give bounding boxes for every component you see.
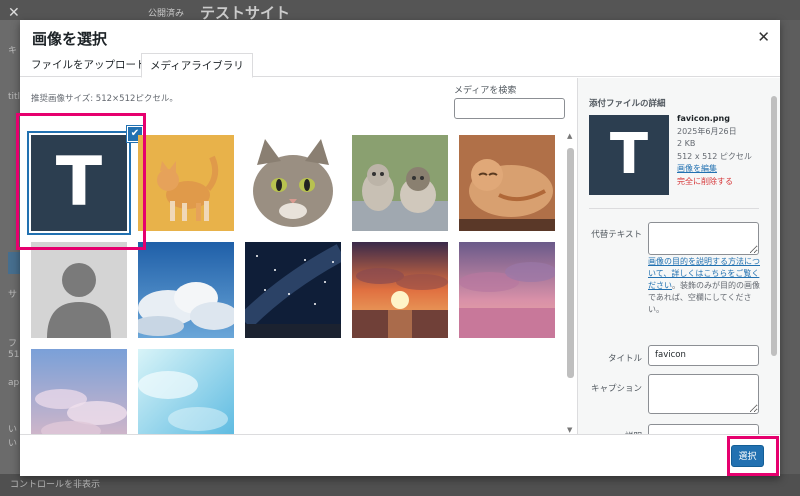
attachment-pastel-clouds[interactable] <box>31 349 127 434</box>
description-field[interactable] <box>648 424 759 434</box>
alt-text-label: 代替テキスト <box>591 230 642 240</box>
tab-upload-files[interactable]: ファイルをアップロード <box>23 53 155 77</box>
select-button[interactable]: 選択 <box>731 445 764 467</box>
publish-status: 公開済み <box>148 9 185 19</box>
details-filesize: 2 KB <box>677 139 696 148</box>
tab-media-library[interactable]: メディアライブラリ <box>141 53 253 78</box>
scroll-up-icon[interactable]: ▲ <box>567 132 572 140</box>
details-thumbnail-letter: T <box>609 122 649 187</box>
bg-text-fragment: titl <box>8 92 21 102</box>
delete-permanently-link[interactable]: 完全に削除する <box>677 176 752 189</box>
library-scrollbar[interactable]: ▲ ▼ <box>566 132 576 434</box>
attachment-sky-clouds[interactable] <box>138 242 234 338</box>
caption-field[interactable] <box>648 374 759 414</box>
customizer-topbar <box>0 0 800 20</box>
attachment-cat-sleeping[interactable] <box>459 135 555 231</box>
customizer-footer <box>0 474 800 496</box>
details-thumbnail: T <box>589 115 669 195</box>
bg-text-fragment: ap <box>8 378 20 388</box>
modal-footer: 選択 <box>20 434 780 476</box>
attachment-cats-pair[interactable] <box>352 135 448 231</box>
attachment-cat-orange[interactable] <box>138 135 234 231</box>
bg-text-fragment: サ <box>8 290 18 300</box>
bg-text-fragment: い <box>8 439 18 449</box>
title-label: タイトル <box>607 354 642 364</box>
library-scroll-thumb[interactable] <box>567 148 574 378</box>
details-date: 2025年6月26日 <box>677 126 737 136</box>
favicon-letter: T <box>55 143 103 222</box>
details-heading: 添付ファイルの詳細 <box>589 99 666 109</box>
attachment-light-sky[interactable] <box>138 349 234 434</box>
details-info: favicon.png 2025年6月26日 2 KB 512 x 512 ピク… <box>677 113 752 188</box>
modal-title: 画像を選択 <box>32 30 108 48</box>
attachment-cat-tabby-face[interactable] <box>245 135 341 231</box>
media-search-input[interactable] <box>454 98 565 119</box>
scroll-down-icon[interactable]: ▼ <box>567 426 572 434</box>
details-dimensions: 512 x 512 ピクセル <box>677 151 752 161</box>
customizer-close-icon[interactable]: ✕ <box>8 5 20 21</box>
attachment-milky-way[interactable] <box>245 242 341 338</box>
attachment-details-pane: 添付ファイルの詳細 T favicon.png 2025年6月26日 2 KB … <box>577 78 780 434</box>
close-icon[interactable]: ✕ <box>757 28 770 46</box>
details-divider <box>589 208 759 209</box>
details-filename: favicon.png <box>677 114 730 123</box>
title-field[interactable]: favicon <box>648 345 759 366</box>
bg-text-fragment: キ <box>8 46 18 56</box>
modal-tabs: ファイルをアップロード メディアライブラリ <box>20 53 780 78</box>
edit-image-link[interactable]: 画像を編集 <box>677 163 752 176</box>
alt-text-help: 画像の目的を説明する方法について、詳しくはこちらをご覧ください。装飾のみが目的の… <box>648 256 762 316</box>
bg-text-fragment: フ <box>8 339 18 349</box>
details-scrollbar[interactable] <box>771 96 777 356</box>
media-library-pane: 推奨画像サイズ: 512×512ピクセル。 メディアを検索 T ✔ ▲ ▼ <box>20 78 576 434</box>
bg-text-fragment: い <box>8 425 18 435</box>
search-label: メディアを検索 <box>454 86 517 96</box>
attachment-pink-sky-sea[interactable] <box>459 242 555 338</box>
hide-controls-link[interactable]: コントロールを非表示 <box>10 477 100 490</box>
attachment-sunset-sea[interactable] <box>352 242 448 338</box>
alt-text-field[interactable] <box>648 222 759 255</box>
caption-label: キャプション <box>590 384 642 394</box>
attachment-favicon[interactable]: T <box>29 133 129 233</box>
recommended-size-note: 推奨画像サイズ: 512×512ピクセル。 <box>31 94 178 104</box>
attachment-avatar-placeholder[interactable] <box>31 242 127 338</box>
media-modal: 画像を選択 ✕ ファイルをアップロード メディアライブラリ 推奨画像サイズ: 5… <box>20 20 780 476</box>
